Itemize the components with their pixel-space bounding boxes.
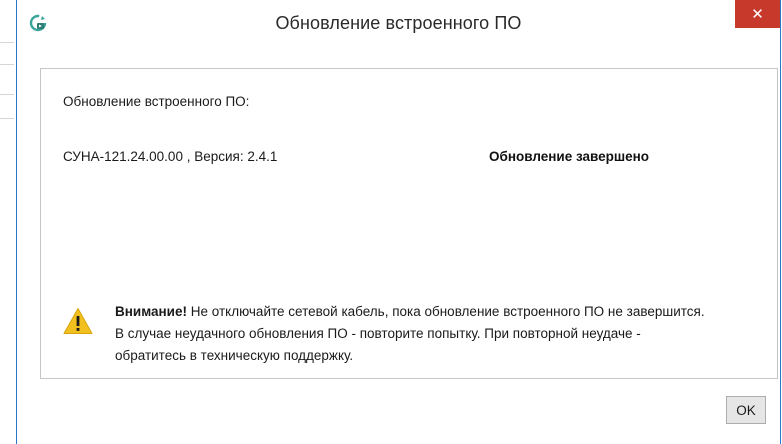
background-divider — [0, 64, 14, 65]
background-divider — [0, 94, 14, 95]
warning-message: Внимание! Не отключайте сетевой кабель, … — [115, 301, 715, 367]
close-icon: ✕ — [751, 6, 764, 23]
screen: Обновление встроенного ПО ✕ Обновление в… — [0, 0, 782, 444]
background-app-edge — [0, 0, 16, 444]
warning-icon — [63, 308, 93, 334]
ok-button[interactable]: OK — [726, 396, 766, 424]
title-bar[interactable]: Обновление встроенного ПО ✕ — [17, 0, 780, 44]
background-divider — [0, 42, 14, 43]
update-status: Обновление завершено — [489, 149, 650, 164]
warning-label: Внимание! — [115, 304, 187, 319]
update-info-panel: Обновление встроенного ПО: СУНА-121.24.0… — [40, 68, 778, 379]
background-divider — [0, 118, 14, 119]
warning-body: Не отключайте сетевой кабель, пока обнов… — [115, 304, 705, 363]
firmware-update-dialog: Обновление встроенного ПО ✕ Обновление в… — [16, 0, 781, 444]
panel-heading: Обновление встроенного ПО: — [63, 94, 250, 109]
window-title: Обновление встроенного ПО — [275, 13, 522, 33]
close-button[interactable]: ✕ — [735, 0, 780, 28]
device-version-label: СУНА-121.24.00.00 , Версия: 2.4.1 — [63, 149, 278, 164]
